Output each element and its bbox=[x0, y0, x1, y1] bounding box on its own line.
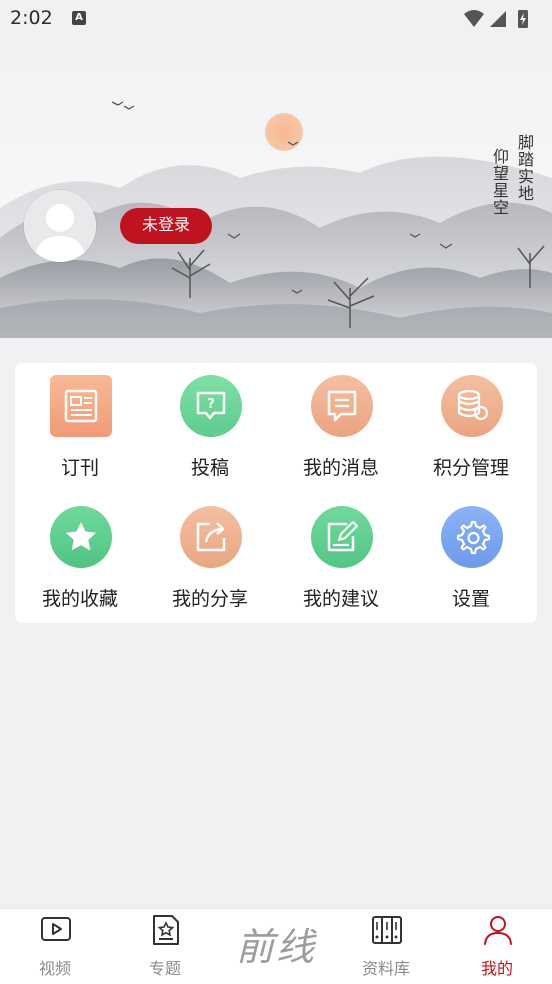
share-icon bbox=[180, 506, 242, 568]
signal-icon bbox=[490, 11, 506, 27]
question-bubble-icon: ? bbox=[180, 375, 242, 437]
status-time: 2:02 bbox=[10, 7, 53, 29]
poem-line-1: 脚踏实地 bbox=[515, 134, 534, 202]
nav-item-video[interactable]: 视频 bbox=[0, 909, 110, 984]
nav-item-library[interactable]: 资料库 bbox=[331, 909, 441, 984]
nav-label: 资料库 bbox=[361, 959, 410, 978]
nav-label: 专题 bbox=[148, 959, 181, 978]
menu-item-label: 我的收藏 bbox=[41, 588, 118, 610]
login-button[interactable]: 未登录 bbox=[120, 208, 212, 244]
feature-menu-card: 订刊 ? 投稿 我的消息 积分管理 我的收藏 我的分享 我的建议 设置 bbox=[15, 363, 537, 623]
nav-item-mine[interactable]: 我的 bbox=[442, 909, 552, 984]
default-avatar-icon bbox=[24, 190, 96, 262]
message-icon bbox=[311, 375, 373, 437]
nav-item-topics[interactable]: 专题 bbox=[110, 909, 220, 984]
nav-label: 视频 bbox=[38, 959, 71, 978]
gear-icon bbox=[441, 506, 503, 568]
status-icons bbox=[460, 8, 540, 30]
svg-text:?: ? bbox=[207, 397, 215, 412]
poem-line-2: 仰望星空 bbox=[490, 148, 509, 216]
video-play-icon bbox=[41, 917, 71, 941]
newspaper-icon bbox=[50, 375, 112, 437]
menu-item-label: 我的分享 bbox=[171, 588, 248, 610]
menu-item-favorites[interactable]: 我的收藏 bbox=[15, 494, 145, 614]
edit-icon bbox=[311, 506, 373, 568]
topic-star-icon bbox=[153, 915, 179, 945]
star-icon bbox=[50, 506, 112, 568]
notification-icon: A bbox=[72, 11, 86, 25]
person-icon bbox=[484, 916, 512, 945]
profile-banner: 脚踏实地 仰望星空 未登录 bbox=[0, 38, 552, 338]
menu-item-label: 我的建议 bbox=[302, 588, 379, 610]
menu-item-label: 订刊 bbox=[60, 457, 99, 479]
ink-landscape-image bbox=[0, 38, 552, 338]
nav-label: 我的 bbox=[480, 959, 513, 978]
wifi-icon bbox=[464, 10, 484, 27]
menu-item-label: 我的消息 bbox=[302, 457, 379, 479]
menu-item-messages[interactable]: 我的消息 bbox=[276, 363, 406, 483]
bottom-navigation: 视频 专题 前线 资料库 我的 bbox=[0, 908, 552, 984]
books-icon bbox=[372, 916, 402, 944]
feature-grid: 订刊 ? 投稿 我的消息 积分管理 我的收藏 我的分享 我的建议 设置 bbox=[15, 363, 537, 623]
menu-item-settings[interactable]: 设置 bbox=[406, 494, 536, 614]
menu-item-label: 积分管理 bbox=[432, 457, 509, 479]
menu-item-label: 投稿 bbox=[190, 457, 229, 479]
status-bar: 2:02 A bbox=[0, 0, 552, 38]
menu-item-subscribe[interactable]: 订刊 bbox=[15, 363, 145, 483]
menu-item-label: 设置 bbox=[451, 588, 490, 610]
avatar[interactable] bbox=[24, 190, 96, 262]
menu-item-suggestions[interactable]: 我的建议 bbox=[276, 494, 406, 614]
app-logo[interactable]: 前线 bbox=[230, 919, 322, 975]
menu-item-points[interactable]: 积分管理 bbox=[406, 363, 536, 483]
menu-item-submit[interactable]: ? 投稿 bbox=[145, 363, 275, 483]
coins-icon bbox=[441, 375, 503, 437]
menu-item-share[interactable]: 我的分享 bbox=[145, 494, 275, 614]
